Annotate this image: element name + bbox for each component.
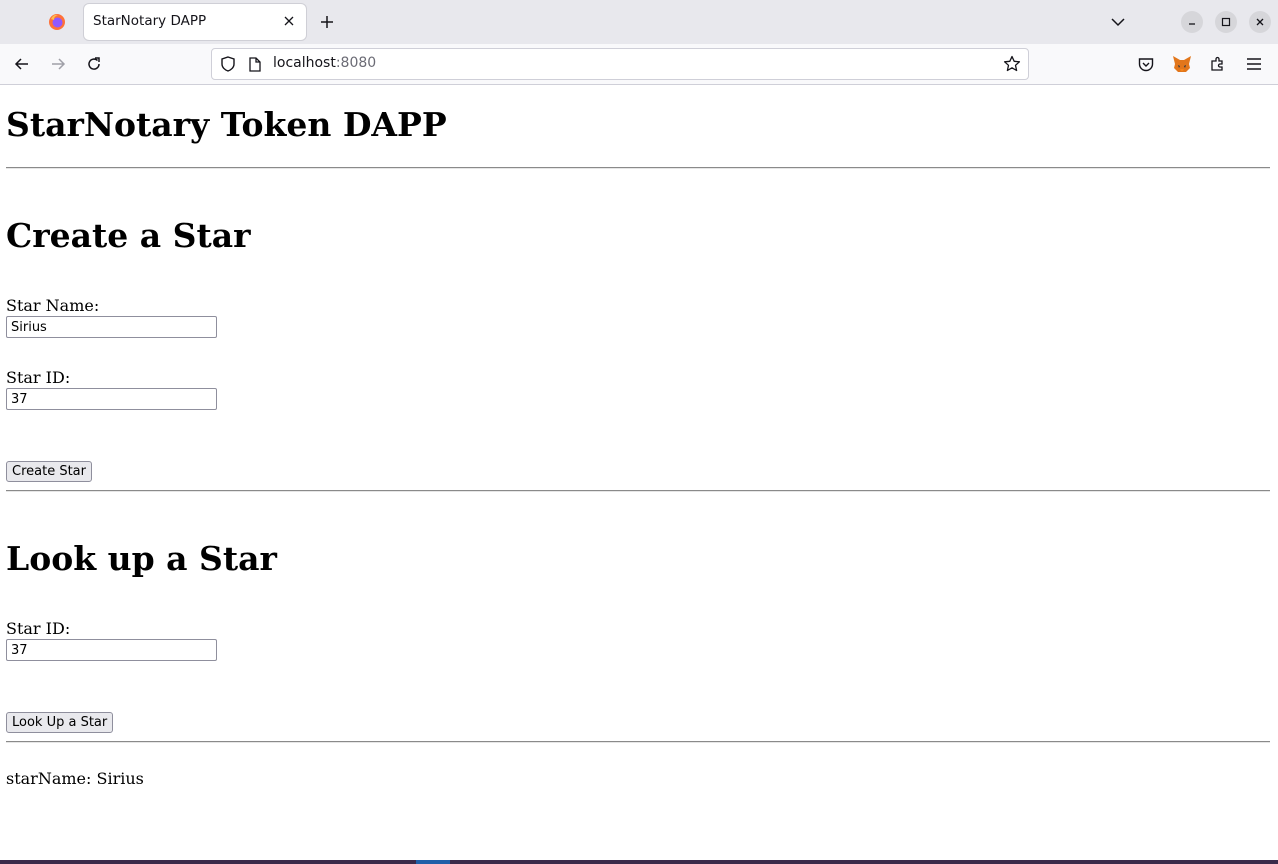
lookup-star-button[interactable]: Look Up a Star [6,712,114,733]
star-id-label: Star ID: [6,368,71,387]
divider [6,741,1270,743]
url-host: localhost [273,55,336,71]
pocket-icon[interactable] [1134,52,1158,76]
star-name-input[interactable] [6,316,217,338]
divider [6,167,1270,169]
minimize-button[interactable] [1181,11,1203,33]
create-star-button[interactable]: Create Star [6,461,92,482]
navigation-toolbar: localhost:8080 [0,44,1278,85]
window-close-button[interactable] [1249,11,1271,33]
star-id-input[interactable] [6,388,217,410]
address-bar[interactable]: localhost:8080 [211,48,1029,80]
bookmark-star-icon[interactable] [1002,54,1022,74]
tab-starnotary[interactable]: StarNotary DAPP [84,4,306,40]
taskbar-item [416,860,450,864]
page-content: StarNotary Token DAPP Create a Star Star… [0,85,1278,860]
taskbar-edge [0,860,1278,864]
close-icon[interactable] [280,12,298,30]
tab-title: StarNotary DAPP [93,13,207,29]
chevron-down-icon[interactable] [1106,10,1130,34]
star-name-result: starName: Sirius [6,769,144,788]
back-icon[interactable] [10,52,34,76]
page-title: StarNotary Token DAPP [6,105,447,144]
url-text: localhost:8080 [273,55,376,71]
shield-icon[interactable] [219,55,237,73]
tab-strip: StarNotary DAPP [0,0,1278,44]
star-name-label: Star Name: [6,296,100,315]
lookup-star-id-label: Star ID: [6,619,71,638]
lookup-star-id-input[interactable] [6,639,217,661]
forward-icon[interactable] [46,52,70,76]
metamask-fox-icon[interactable] [1170,52,1194,76]
lookup-star-heading: Look up a Star [6,539,277,578]
divider [6,490,1270,492]
page-icon[interactable] [246,55,264,73]
create-star-heading: Create a Star [6,216,251,255]
firefox-icon[interactable] [45,10,69,34]
menu-hamburger-icon[interactable] [1242,52,1266,76]
new-tab-button[interactable] [315,10,339,34]
extensions-puzzle-icon[interactable] [1206,52,1230,76]
reload-icon[interactable] [82,52,106,76]
maximize-button[interactable] [1215,11,1237,33]
url-port: :8080 [335,55,377,71]
